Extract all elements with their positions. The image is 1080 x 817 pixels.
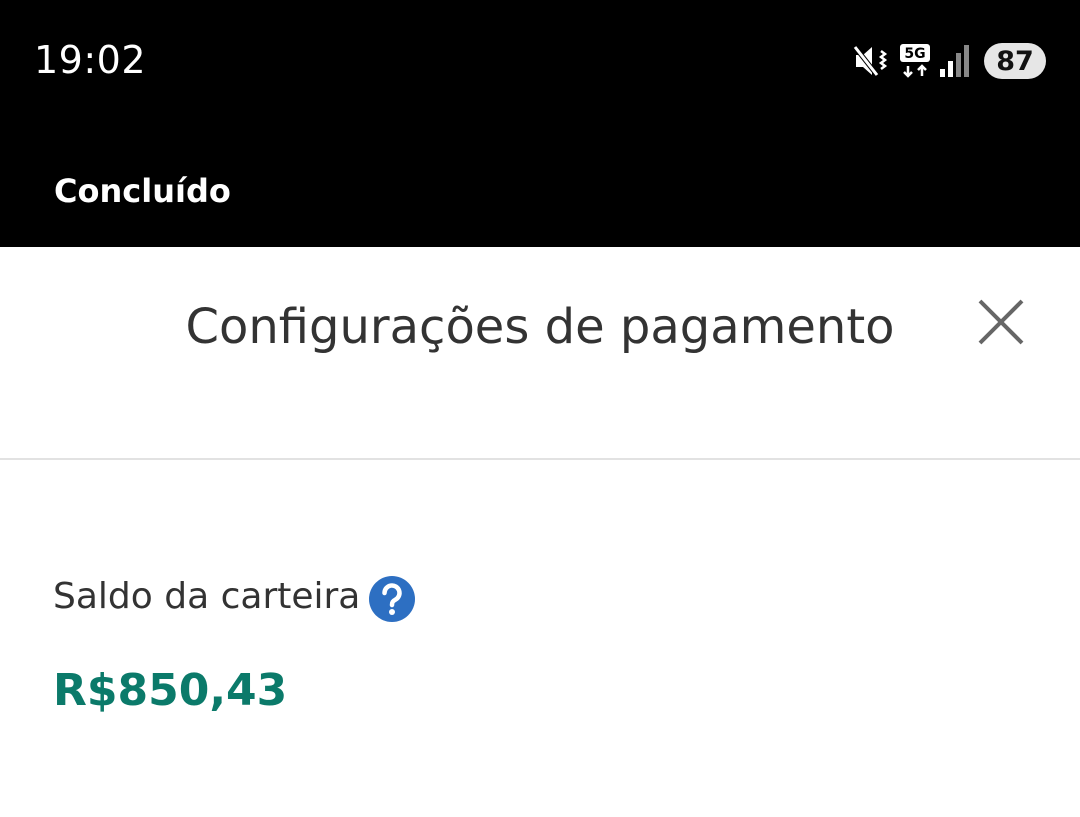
network-label: 5G [904, 46, 925, 62]
page-header: Configurações de pagamento [0, 247, 1080, 460]
wallet-balance-value: R$850,43 [53, 665, 288, 716]
signal-icon [940, 45, 969, 77]
status-icons: 5G 87 [852, 42, 1046, 80]
top-bar: 19:02 5G 87 Concluído [0, 0, 1080, 247]
battery-indicator: 87 [984, 43, 1046, 79]
status-time: 19:02 [34, 38, 147, 82]
help-icon[interactable] [368, 575, 416, 623]
page-title: Configurações de pagamento [185, 299, 895, 355]
mute-vibrate-icon [853, 45, 888, 77]
close-icon[interactable] [974, 295, 1028, 349]
done-button[interactable]: Concluído [54, 172, 231, 210]
wallet-balance-label: Saldo da carteira [53, 576, 361, 617]
5g-data-icon: 5G [900, 44, 930, 78]
